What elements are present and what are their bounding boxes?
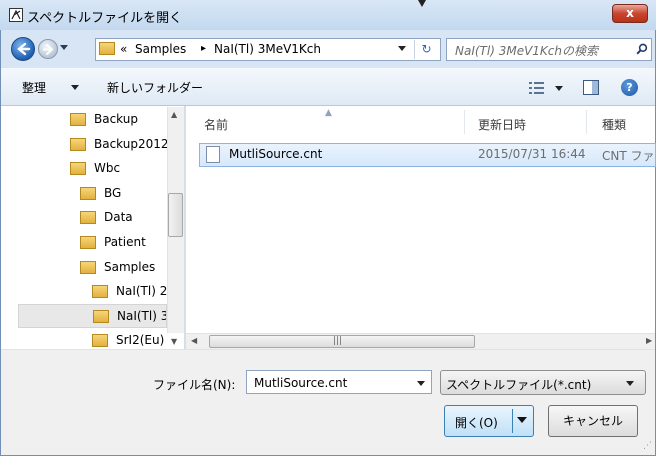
chevron-down-icon[interactable] (626, 381, 634, 386)
new-folder-button[interactable]: 新しいフォルダー (107, 79, 203, 96)
chevron-down-icon[interactable] (417, 381, 425, 386)
tree-item[interactable]: Samples (80, 255, 155, 279)
split-divider (512, 409, 513, 433)
chevron-down-icon (71, 85, 79, 90)
filename-label: ファイル名(N): (153, 378, 236, 392)
tree-item-label: Backup (94, 112, 138, 126)
column-header-name[interactable]: 名前 (204, 116, 228, 133)
scroll-up-icon[interactable]: ▲ (171, 110, 177, 119)
search-placeholder: NaI(Tl) 3MeV1Kchの検索 (455, 44, 598, 58)
file-modified-date: 2015/07/31 16:44 (478, 147, 586, 161)
folder-icon (70, 161, 86, 175)
search-icon[interactable] (636, 43, 648, 55)
folder-icon (80, 260, 96, 274)
close-button[interactable]: x (612, 4, 648, 23)
recent-pages-dropdown[interactable] (60, 45, 68, 50)
filename-value[interactable]: MutliSource.cnt (254, 376, 347, 390)
tree-item-label: BG (104, 186, 122, 200)
folder-icon (80, 235, 96, 249)
file-icon (206, 146, 220, 163)
scroll-down-icon[interactable]: ▼ (171, 337, 177, 346)
tree-item-label: Backup2012 (94, 137, 169, 151)
tree-item[interactable]: NaI(Tl) 3 (18, 304, 167, 328)
breadcrumb-samples[interactable]: Samples (135, 42, 186, 56)
tree-item[interactable]: Patient (80, 230, 146, 254)
pointer-icon (418, 0, 426, 7)
tree-item[interactable]: Wbc (70, 156, 120, 180)
breadcrumb-current[interactable]: NaI(Tl) 3MeV1Kch (214, 42, 321, 56)
tree-item[interactable]: Data (80, 205, 133, 229)
tree-item[interactable]: Backup2012 (70, 132, 169, 156)
scroll-grip-icon: ||| (333, 336, 343, 346)
forward-button[interactable] (38, 39, 58, 59)
tree-item[interactable]: NaI(Tl) 2 (92, 279, 167, 303)
breadcrumb-separator[interactable]: ▸ (201, 43, 206, 54)
organize-button[interactable]: 整理 (22, 79, 46, 96)
cancel-button[interactable]: キャンセル (548, 405, 638, 437)
tree-item-label: Patient (104, 235, 146, 249)
open-button-label[interactable]: 開く(O) (455, 414, 498, 431)
open-options-dropdown[interactable] (517, 417, 527, 423)
tree-item[interactable]: BG (80, 181, 121, 205)
folder-icon (80, 210, 96, 224)
tree-item-label: NaI(Tl) 3 (117, 309, 166, 323)
nav-scroll-thumb[interactable] (168, 193, 183, 237)
column-divider[interactable] (586, 110, 587, 134)
chevron-down-icon[interactable] (555, 86, 563, 91)
column-header-date[interactable]: 更新日時 (478, 116, 526, 133)
scroll-left-icon[interactable]: ◀ (191, 336, 197, 345)
folder-icon (70, 137, 86, 151)
preview-pane-icon[interactable] (583, 80, 599, 95)
address-dropdown[interactable] (398, 46, 406, 51)
file-name[interactable]: MutliSource.cnt (229, 147, 322, 161)
back-button[interactable] (11, 37, 35, 61)
sort-ascending-icon: ▲ (325, 108, 332, 118)
file-type-filter-value[interactable]: スペクトルファイル(*.cnt) (446, 376, 591, 393)
folder-icon (99, 42, 115, 55)
scroll-right-icon[interactable]: ▶ (646, 336, 652, 345)
dialog-footer (1, 349, 655, 455)
folder-icon (92, 284, 108, 298)
tree-item-label: SrI2(Eu) (116, 333, 165, 347)
folder-icon (70, 112, 86, 126)
app-icon (9, 8, 23, 22)
breadcrumb-overflow[interactable]: « (120, 42, 127, 56)
view-icon[interactable] (529, 81, 545, 95)
tree-item[interactable]: Backup (70, 107, 138, 131)
refresh-icon[interactable]: ↻ (414, 40, 438, 59)
folder-icon (92, 333, 108, 347)
resize-grip-icon[interactable]: ⋰ (643, 441, 652, 451)
forward-icon (43, 44, 54, 55)
tree-item-label: NaI(Tl) 2 (116, 284, 168, 298)
back-icon (17, 42, 31, 56)
file-type: CNT ファ (602, 149, 655, 163)
column-divider[interactable] (464, 110, 465, 134)
tree-item-label: Data (104, 210, 133, 224)
tree-item-label: Wbc (94, 161, 121, 175)
help-icon[interactable]: ? (621, 79, 638, 96)
folder-icon (80, 186, 96, 200)
folder-icon (93, 309, 109, 323)
column-header-type[interactable]: 種類 (602, 116, 626, 133)
window-title: スペクトルファイルを開く (27, 11, 183, 26)
tree-item-label: Samples (104, 260, 156, 274)
